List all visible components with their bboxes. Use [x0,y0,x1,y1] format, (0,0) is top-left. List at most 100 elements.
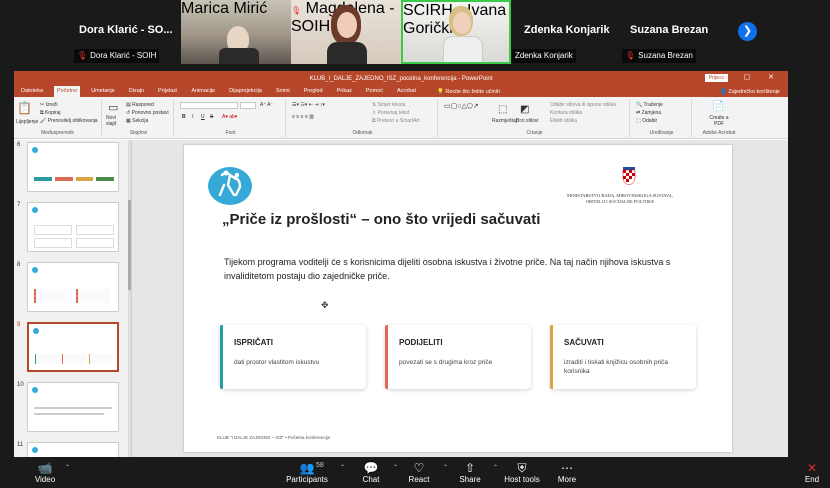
window-controls[interactable]: — ▢ ✕ [719,73,782,81]
slide-thumbnail[interactable] [27,262,119,312]
align-icon[interactable]: ≡ ≡ ≡ ≡ ▥ [292,114,314,120]
card-podijeliti: PODIJELITI povezati se s drugima kroz pr… [385,325,531,389]
tab-dizajn[interactable]: Dizajn [126,86,147,97]
thumb-logo [32,207,38,213]
participant-label-text: Suzana Brezan [638,51,693,60]
end-meeting-button[interactable]: ✕ End [800,461,824,485]
tab-prijelazi[interactable]: Prijelazi [155,86,180,97]
paste-button[interactable]: Lijepljenje [16,119,38,125]
font-grow-icon[interactable]: A⁺ A⁻ [260,102,273,108]
tab-acrobat[interactable]: Acrobat [394,86,419,97]
shape-effects-button[interactable]: Efekti oblika [550,118,577,124]
select-button[interactable]: ⬚ Odabir [636,118,657,124]
tab-dijaprojekcija[interactable]: Dijaprojekcija [226,86,265,97]
text-direction-button[interactable]: ⇅ Smjer teksta [372,102,405,108]
host-tools-button[interactable]: ⛨ Host tools [502,461,542,485]
more-button[interactable]: ⋯ More [554,461,580,485]
share-button[interactable]: ⇧ Share [457,461,483,485]
new-slide-button[interactable]: Novi slajd [106,115,124,127]
end-label: End [804,475,820,484]
bullets-icon[interactable]: ☰▾ ☷▾ ⇤ ⇥ ↕▾ [292,102,325,108]
font-color-icon[interactable]: A▾ ab▾ [222,114,237,120]
more-dots-icon: ⋯ [561,461,573,475]
participant-tile-zdenka[interactable]: Zdenka Konjarik Zdenka Konjarik [512,0,622,64]
underline-button[interactable]: U [201,114,205,120]
reset-label: Ponovno postavi [131,110,169,116]
chat-icon: 💬 [363,461,379,475]
tab-pregled[interactable]: Pregled [301,86,326,97]
create-pdf-button[interactable]: Create a PDF [706,115,732,127]
tab-umetanje[interactable]: Umetanje [88,86,118,97]
align-text-button[interactable]: ⇳ Poravnaj tekst [372,110,409,116]
quick-styles-button[interactable]: Brzi stilovi [516,118,539,124]
reset-button[interactable]: ↺ Ponovno postavi [126,110,169,116]
format-painter-button[interactable]: 🖌 Prenositelj oblikovanja [40,118,98,124]
participant-tile-marica[interactable]: Marica Mirić [181,0,291,64]
chat-button[interactable]: 💬 Chat [358,461,384,485]
ribbon-group-font: A⁺ A⁻ B I U S A▾ ab▾ Font [176,99,286,137]
quick-styles-icon[interactable]: ◩ [520,104,529,115]
slide-thumbnail[interactable] [27,382,119,432]
card-text: dati prostor vlastitom iskustvu [234,359,320,366]
current-slide[interactable]: MINISTARSTVO RADA, MIROVINSKOGA SUSTAVA,… [184,145,732,452]
section-button[interactable]: ▦ Sekcija [126,118,148,124]
video-label: Video [34,475,56,484]
group-label-drawing: Crtanje [526,130,543,136]
participant-tile-suzana[interactable]: Suzana Brezan 🎙 Suzana Brezan [622,0,732,64]
paste-icon[interactable]: 📋 [17,101,32,115]
participant-tile-dora[interactable]: Dora Klarić - SO... 🎙 Dora Klarić - SOIH [74,0,180,64]
shapes-gallery-icon[interactable]: ▭▢○△⬠↗ [444,102,479,110]
align-text-label: Poravnaj tekst [377,110,410,116]
pdf-icon[interactable]: 📄 [712,101,724,112]
slide-thumbnail-selected[interactable] [27,322,119,372]
find-button[interactable]: 🔍 Traženje [636,102,663,108]
arrange-icon[interactable]: ⬚ [498,104,507,115]
participant-label-text: Dora Klarić - SOIH [90,51,157,60]
participant-tile-magdalena[interactable]: 🎙 Magdalena - SOIH [291,0,401,64]
card-sacuvati: SAČUVATI izraditi i tiskati knjižicu oso… [550,325,696,389]
font-size-box[interactable] [240,102,256,109]
tab-pocetno[interactable]: Početno [54,86,81,97]
tab-prikaz[interactable]: Prikaz [334,86,355,97]
next-participants-button[interactable]: ❯ [738,22,757,41]
participant-label: 🎙 Dora Klarić - SOIH [74,49,160,63]
scrollbar-thumb[interactable] [128,200,131,290]
end-x-icon: ✕ [806,461,818,475]
new-slide-icon[interactable]: ▭ [108,101,118,114]
participant-tile-ivana-active[interactable]: SCIRH - Ivana Gorički [401,0,511,64]
strikethrough-button[interactable]: S [210,114,213,120]
react-button[interactable]: ♡ React [405,461,433,485]
layout-button[interactable]: ▤ Raspored [126,102,154,108]
layout-label: Raspored [132,102,154,108]
replace-button[interactable]: ⇄ Zamjena [636,110,661,116]
slide-thumbnail[interactable] [27,202,119,252]
italic-button[interactable]: I [192,114,193,120]
slide-thumbnail[interactable] [27,442,119,457]
tab-snimi[interactable]: Snimi [273,86,293,97]
tab-animacije[interactable]: Animacije [188,86,218,97]
thumbnails-scrollbar[interactable] [128,140,131,457]
share-document-button[interactable]: 👤 Zajedničko korištenje [720,89,780,95]
thumb-box [34,289,68,303]
shape-fill-button[interactable]: Odabir stilova ili ispune oblika [550,102,616,108]
slide-thumbnail[interactable] [27,142,119,192]
arrange-button[interactable]: Razmještaj [492,118,517,124]
cut-label: Izreži [45,102,58,108]
bold-button[interactable]: B [182,114,186,120]
cut-button[interactable]: ✂ Izreži [40,102,58,108]
tell-me-search[interactable]: 💡 Recite što želite učiniti [437,89,500,95]
shape-outline-button[interactable]: Kontura oblika [550,110,582,116]
card-text: povezati se s drugima kroz priče [399,359,493,366]
mic-muted-icon: 🎙 [77,51,88,60]
chevron-right-icon: ❯ [742,25,753,37]
thumb-boxes [34,177,114,181]
copy-button[interactable]: ⧉ Kopiraj [40,110,61,116]
font-name-box[interactable] [180,102,238,109]
slide-footer: KLUB "I DALJE ZAJEDNO – ISZ" • Početna k… [217,435,331,440]
video-button[interactable]: 📹 Video [28,461,62,485]
tab-datoteka[interactable]: Datoteka [18,86,46,97]
participant-video-face [453,12,471,34]
smartart-button[interactable]: ⧉ Pretvori u SmartArt [372,118,419,124]
text-direction-label: Smjer teksta [377,102,406,108]
tab-pomoc[interactable]: Pomoć [363,86,386,97]
